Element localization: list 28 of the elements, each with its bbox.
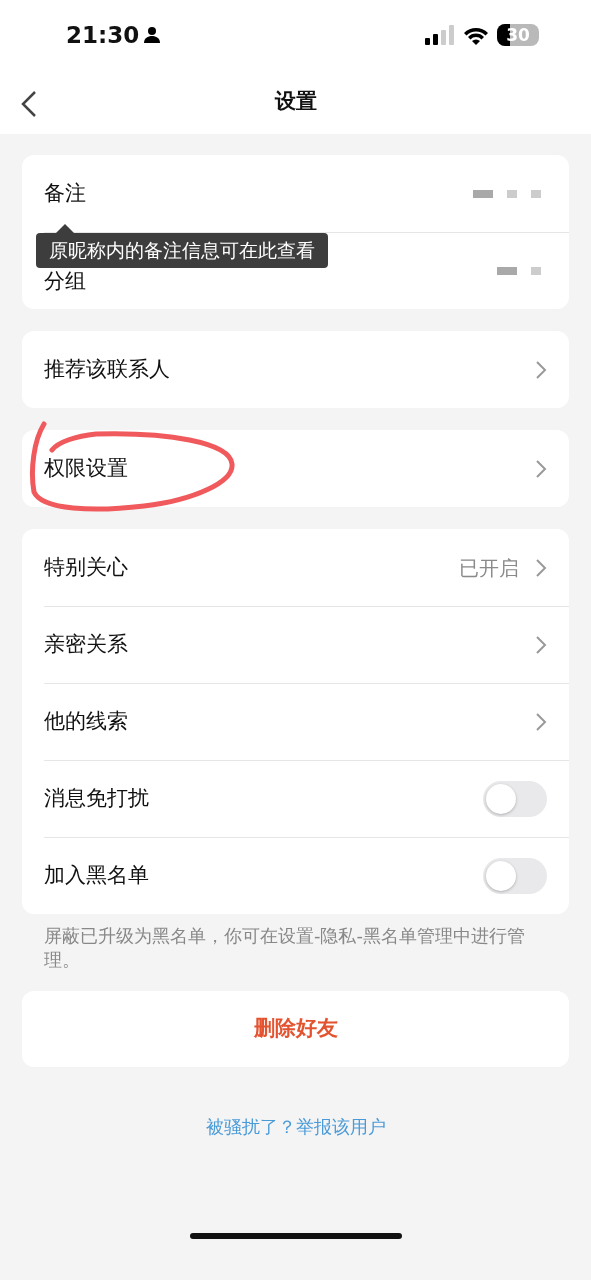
back-icon[interactable]: [20, 90, 38, 118]
clock-time: 21:30: [66, 20, 140, 50]
chevron-icon: [535, 359, 547, 380]
chevron-icon: [535, 557, 547, 578]
setting-value: 已开启: [459, 554, 519, 582]
delete-friend-button[interactable]: 删除好友: [22, 990, 569, 1067]
tooltip-arrow: [56, 224, 74, 233]
setting-row[interactable]: 亲密关系: [22, 606, 569, 683]
setting-row[interactable]: 特别关心 已开启: [22, 529, 569, 606]
chevron-icon: [535, 634, 547, 655]
setting-label: 消息免打扰: [44, 784, 149, 812]
person-icon: [143, 26, 162, 44]
toggle-switch[interactable]: [483, 780, 547, 817]
chevron-icon: [535, 711, 547, 732]
redacted-value: [497, 266, 541, 275]
toggle-switch[interactable]: [483, 857, 547, 894]
setting-row[interactable]: 权限设置: [22, 430, 569, 507]
setting-row[interactable]: 他的线索: [22, 683, 569, 760]
signal-icon: [425, 25, 455, 45]
setting-label: 备注: [44, 179, 86, 207]
page-title: 设置: [274, 88, 317, 116]
setting-row[interactable]: 推荐该联系人: [22, 331, 569, 408]
setting-label: 分组: [44, 267, 86, 295]
redacted-value: [473, 189, 541, 198]
setting-label: 加入黑名单: [44, 861, 149, 889]
footnote-text: 屏蔽已升级为黑名单，你可在设置-隐私-黑名单管理中进行管理。: [43, 924, 526, 973]
wifi-icon: [463, 25, 489, 45]
chevron-icon: [535, 458, 547, 479]
